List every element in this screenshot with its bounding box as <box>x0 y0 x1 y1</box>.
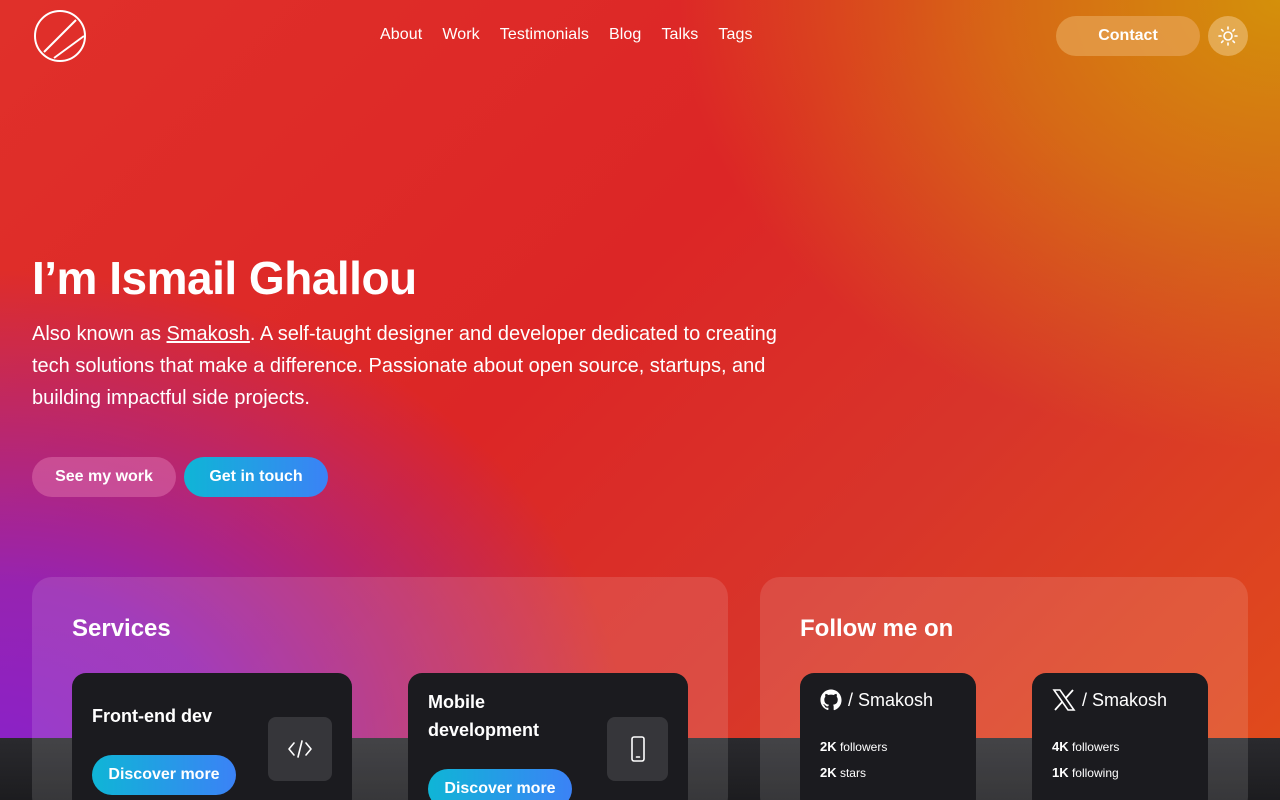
github-handle: / Smakosh <box>848 689 934 710</box>
github-stars-stat: 2K stars <box>820 765 866 780</box>
service-title: Front-end dev <box>92 706 212 726</box>
github-followers-stat: 2K followers <box>820 739 887 754</box>
smartphone-icon <box>630 736 645 762</box>
code-icon <box>288 740 312 758</box>
stat-label: followers <box>839 740 888 754</box>
stat-value: 2K <box>820 765 837 780</box>
services-title: Services <box>72 615 171 642</box>
get-in-touch-button[interactable]: Get in touch <box>184 457 328 497</box>
github-card[interactable]: / Smakosh 2K followers 2K stars <box>800 673 976 800</box>
service-icon-box <box>268 717 332 781</box>
service-title: Mobile development <box>428 692 540 740</box>
main-nav: About Work Testimonials Blog Talks Tags <box>380 24 753 46</box>
x-followers-stat: 4K followers <box>1052 739 1119 754</box>
follow-title: Follow me on <box>800 615 954 642</box>
x-icon <box>1052 689 1076 711</box>
nav-tags[interactable]: Tags <box>718 24 752 46</box>
hero-title: I’m Ismail Ghallou <box>32 252 417 304</box>
contact-button[interactable]: Contact <box>1056 16 1200 56</box>
follow-panel: Follow me on / Smakosh 2K followers 2K s… <box>760 577 1248 800</box>
stat-label: following <box>1071 766 1119 780</box>
stat-label: followers <box>1071 740 1120 754</box>
services-panel: Services Front-end dev Discover more Mob… <box>32 577 728 800</box>
discover-more-button[interactable]: Discover more <box>92 755 236 795</box>
stat-value: 2K <box>820 739 837 754</box>
stat-value: 1K <box>1052 765 1069 780</box>
nav-work[interactable]: Work <box>442 24 479 46</box>
x-card[interactable]: / Smakosh 4K followers 1K following <box>1032 673 1208 800</box>
theme-toggle-button[interactable] <box>1208 16 1248 56</box>
see-my-work-button[interactable]: See my work <box>32 457 176 497</box>
nav-talks[interactable]: Talks <box>661 24 698 46</box>
hero-description: Also known as Smakosh. A self-taught des… <box>32 318 792 414</box>
service-card-mobile: Mobile development Discover more <box>408 673 688 800</box>
nav-testimonials[interactable]: Testimonials <box>500 24 589 46</box>
service-icon-box <box>607 717 668 781</box>
stat-value: 4K <box>1052 739 1069 754</box>
x-following-stat: 1K following <box>1052 765 1119 780</box>
nav-about[interactable]: About <box>380 24 422 46</box>
discover-more-button[interactable]: Discover more <box>428 769 572 800</box>
x-handle: / Smakosh <box>1082 689 1168 710</box>
sun-icon <box>1218 26 1238 46</box>
nav-blog[interactable]: Blog <box>609 24 641 46</box>
x-handle-row: / Smakosh <box>1052 689 1167 711</box>
hero-text-prefix: Also known as <box>32 323 167 345</box>
site-logo[interactable] <box>32 8 88 64</box>
service-card-frontend: Front-end dev Discover more <box>72 673 352 800</box>
github-icon <box>820 689 842 711</box>
smakosh-link[interactable]: Smakosh <box>167 323 250 345</box>
github-handle-row: / Smakosh <box>820 689 933 711</box>
stat-label: stars <box>839 766 866 780</box>
